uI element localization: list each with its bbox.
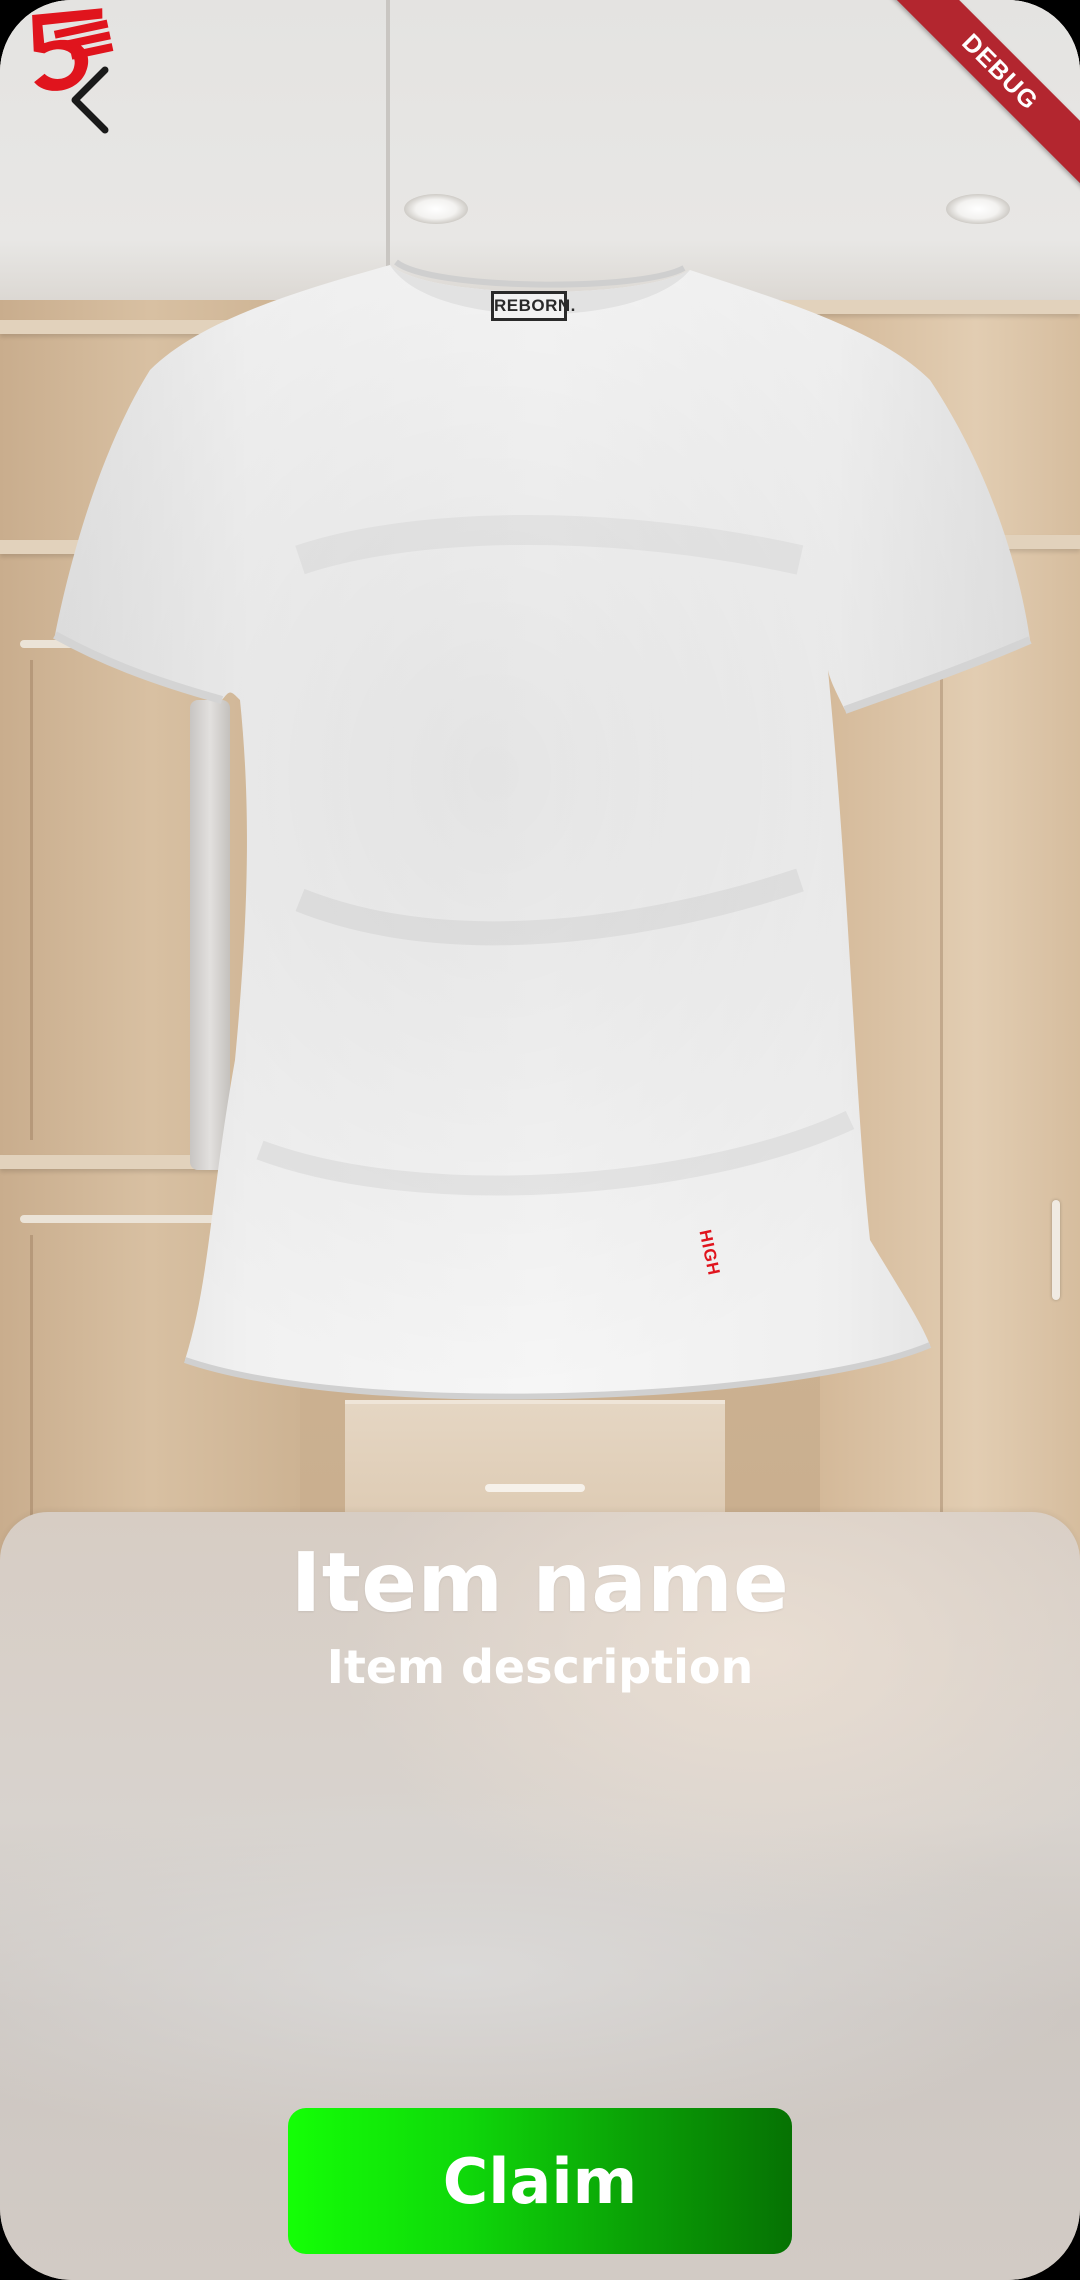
tshirt: REBORN. HIGH: [0, 0, 1080, 1560]
item-detail-screen: REBORN. HIGH DEBUG Item name Item descri…: [0, 0, 1080, 2280]
debug-label: DEBUG: [878, 0, 1080, 194]
claim-button[interactable]: Claim: [288, 2108, 792, 2254]
chevron-left-icon: [71, 66, 109, 134]
item-description: Item description: [326, 1640, 754, 1694]
claim-button-label: Claim: [442, 2144, 638, 2218]
brand-tag: REBORN.: [491, 291, 575, 321]
back-button[interactable]: [40, 50, 140, 150]
tshirt-shape: [53, 259, 1032, 1400]
item-name: Item name: [290, 1536, 790, 1631]
product-image: REBORN. HIGH: [0, 0, 1080, 1560]
debug-banner: DEBUG: [860, 0, 1080, 220]
